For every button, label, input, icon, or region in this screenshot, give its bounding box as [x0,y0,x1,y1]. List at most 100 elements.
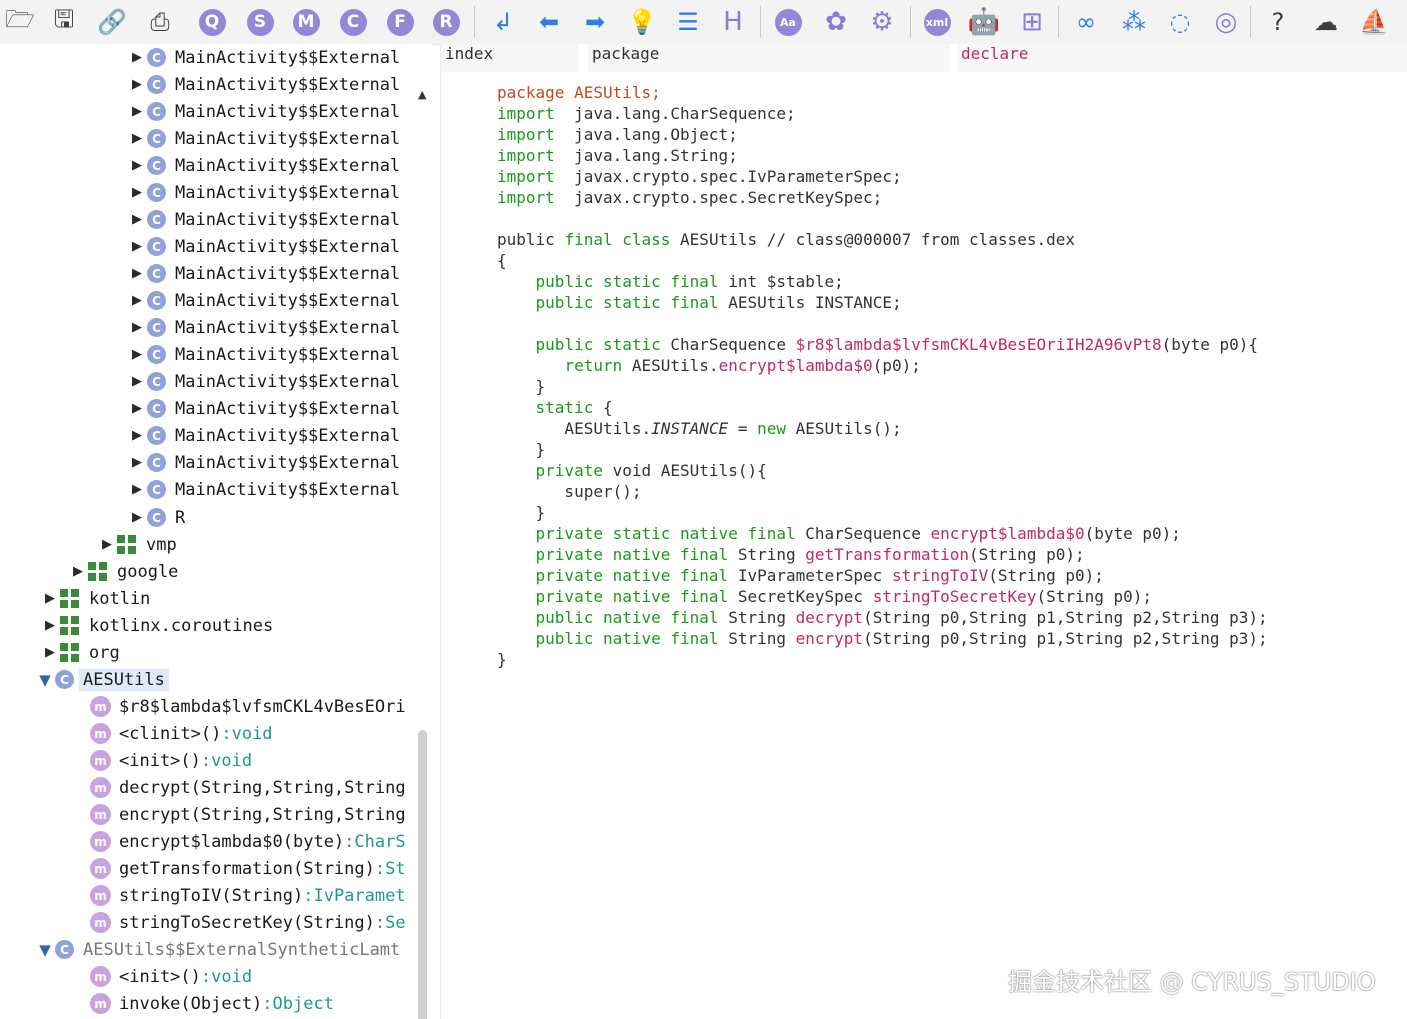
collapsed-arrow-icon[interactable]: ▶ [127,428,147,443]
tree-class-node[interactable]: ▶ C MainActivity$$External [127,125,400,152]
collapsed-arrow-icon[interactable]: ▶ [127,77,147,92]
open-folder-button[interactable]: 🗁 [4,5,36,38]
save-button[interactable]: 🖫 [48,5,80,38]
tree-package-node[interactable]: ▶ org [40,639,120,666]
collapsed-arrow-icon[interactable]: ▶ [127,158,147,173]
tree-method-node[interactable]: m <init>():void [90,963,252,990]
r-button[interactable]: R [430,6,462,38]
tree-method-node[interactable]: m stringToSecretKey(String):Se [90,909,406,936]
collapsed-arrow-icon[interactable]: ▶ [127,401,147,416]
tree-method-node[interactable]: m decrypt(String,String,String [90,774,406,801]
palette-button[interactable]: ✿ [820,6,852,38]
collapsed-arrow-icon[interactable]: ▶ [127,104,147,119]
q-button[interactable]: Q [196,6,228,38]
collapsed-arrow-icon[interactable]: ▶ [127,293,147,308]
return-arrow-button[interactable]: ↲ [487,6,519,38]
tree-class-node[interactable]: ▶ C MainActivity$$External [127,71,400,98]
f-button[interactable]: F [384,6,416,38]
tree-class-node[interactable]: ▶ C MainActivity$$External [127,368,400,395]
collapsed-arrow-icon[interactable]: ▶ [40,645,60,660]
export-button[interactable]: ⎙ [144,6,176,38]
collapsed-arrow-icon[interactable]: ▶ [127,185,147,200]
column-header-package[interactable]: package [588,44,950,72]
tree-class-node[interactable]: ▶ C MainActivity$$External [127,476,400,503]
boat-button[interactable]: ⛵ [1358,6,1390,38]
link-button[interactable]: 🔗 [96,6,128,38]
infinity-button[interactable]: ∞ [1070,6,1102,38]
graph-button[interactable]: ⁂ [1118,6,1150,38]
forward-arrow-button[interactable]: ➡ [579,6,611,38]
text-list-button[interactable]: ☰ [672,6,704,38]
tree-class-node[interactable]: ▶ C MainActivity$$External [127,422,400,449]
collapsed-arrow-icon[interactable]: ▶ [97,537,117,552]
s-button[interactable]: S [244,6,276,38]
tree-package-node[interactable]: ▶ vmp [97,531,177,558]
tree-class-node[interactable]: ▶ C R [127,504,185,531]
tree-class-node[interactable]: ▶ C MainActivity$$External [127,233,400,260]
tree-method-node[interactable]: m encrypt(String,String,String [90,801,406,828]
tree-class-node[interactable]: ▶ C MainActivity$$External [127,341,400,368]
tree-class-node[interactable]: ▶ C MainActivity$$External [127,260,400,287]
collapsed-arrow-icon[interactable]: ▶ [127,510,147,525]
code-line: public static final int $stable; [535,272,844,291]
expanded-arrow-icon[interactable]: ▼ [35,941,55,959]
collapsed-arrow-icon[interactable]: ▶ [40,618,60,633]
windows-button[interactable]: ⊞ [1016,6,1048,38]
tree-method-node[interactable]: m encrypt$lambda$0(byte):CharS [90,828,406,855]
tree-package-node[interactable]: ▶ kotlinx.coroutines [40,612,273,639]
collapsed-arrow-icon[interactable]: ▶ [127,482,147,497]
tree-class-node[interactable]: ▶ C MainActivity$$External [127,314,400,341]
back-arrow-button[interactable]: ⬅ [533,6,565,38]
collapsed-arrow-icon[interactable]: ▶ [127,266,147,281]
tree-method-node[interactable]: m <init>():void [90,747,252,774]
help-button[interactable]: ? [1262,6,1294,38]
collapsed-arrow-icon[interactable]: ▶ [127,239,147,254]
tree-class-node[interactable]: ▶ C MainActivity$$External [127,179,400,206]
tree-package-node[interactable]: ▶ google [68,558,178,585]
collapsed-arrow-icon[interactable]: ▶ [40,591,60,606]
tree-method-node[interactable]: m getTransformation(String):St [90,855,406,882]
tree-class-node[interactable]: ▼ C AESUtils$$ExternalSyntheticLamt [35,936,400,963]
tree-method-node[interactable]: m stringToIV(String):IvParamet [90,882,406,909]
collapsed-arrow-icon[interactable]: ▶ [127,131,147,146]
project-tree[interactable]: ▶ C MainActivity$$External ▶ C MainActivity$$… [0,44,432,1019]
tree-scrollbar[interactable] [418,730,427,1019]
tree-class-node[interactable]: ▶ C MainActivity$$External [127,44,400,71]
code-line: private void AESUtils(){ [535,461,767,480]
collapsed-arrow-icon[interactable]: ▶ [127,50,147,65]
tree-method-node[interactable]: m $r8$lambda$lvfsmCKL4vBesEOri [90,693,406,720]
tree-class-node[interactable]: ▶ C MainActivity$$External [127,395,400,422]
tree-class-node[interactable]: ▼ C AESUtils [35,666,169,693]
settings-button[interactable]: ⚙ [866,6,898,38]
tree-class-node[interactable]: ▶ C MainActivity$$External [127,206,400,233]
collapsed-arrow-icon[interactable]: ▶ [127,347,147,362]
tree-method-node[interactable]: m <clinit>():void [90,720,273,747]
tree-class-node[interactable]: ▶ C MainActivity$$External [127,449,400,476]
collapsed-arrow-icon[interactable]: ▶ [127,320,147,335]
return-type: :St [374,858,406,879]
tree-class-node[interactable]: ▶ C MainActivity$$External [127,98,400,125]
collapsed-arrow-icon[interactable]: ▶ [68,564,88,579]
collapsed-arrow-icon[interactable]: ▶ [127,374,147,389]
collapsed-arrow-icon[interactable]: ▶ [127,212,147,227]
android-button[interactable]: 🤖 [968,6,1000,38]
collapsed-arrow-icon[interactable]: ▶ [127,455,147,470]
cloud-button[interactable]: ☁ [1310,6,1342,38]
c-button[interactable]: C [337,6,369,38]
package-icon [88,562,107,581]
fingerprint-button[interactable]: ◎ [1210,6,1242,38]
scroll-up-icon[interactable]: ▲ [418,88,426,101]
tree-class-node[interactable]: ▶ C MainActivity$$External [127,287,400,314]
xml-button[interactable]: xml [921,6,953,38]
tree-method-node[interactable]: m invoke(Object):Object [90,990,334,1017]
ring-button[interactable]: ◌ [1164,6,1196,38]
bulb-button[interactable]: 💡 [626,6,658,38]
aa-button[interactable]: Aa [772,6,804,38]
m-button[interactable]: M [290,6,322,38]
expanded-arrow-icon[interactable]: ▼ [35,671,55,689]
h-button[interactable]: H [717,6,749,38]
tree-package-node[interactable]: ▶ kotlin [40,585,150,612]
column-header-index[interactable]: index [441,44,578,72]
tree-class-node[interactable]: ▶ C MainActivity$$External [127,152,400,179]
column-header-declare[interactable]: declare [957,44,1407,72]
